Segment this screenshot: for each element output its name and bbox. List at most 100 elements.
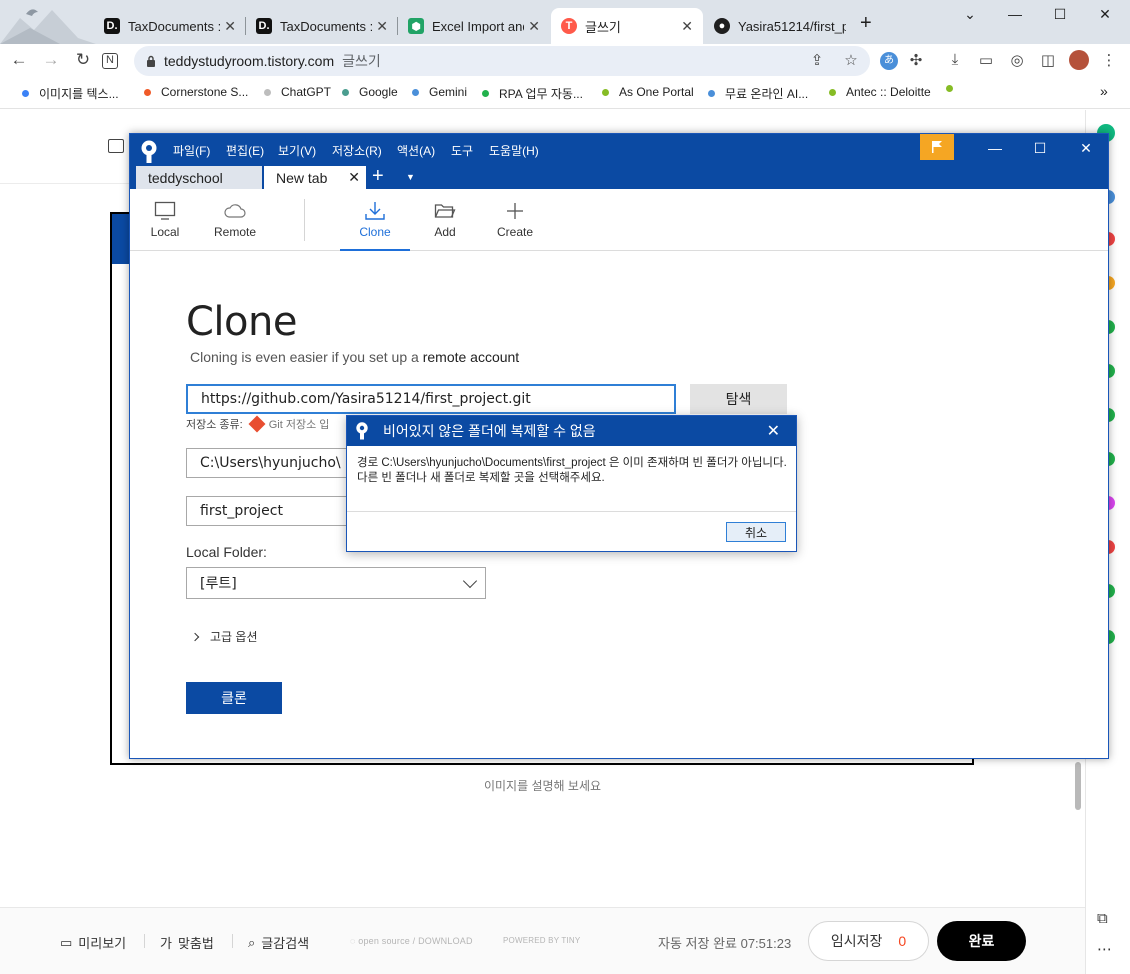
chevron-right-icon <box>190 632 200 641</box>
remote-account-link[interactable]: remote account <box>423 349 520 365</box>
notification-flag-icon[interactable] <box>920 134 954 160</box>
page-title: Clone <box>186 299 297 345</box>
bookmark-item[interactable]: Gemini <box>412 85 467 99</box>
bookmark-item[interactable]: 이미지를 텍스... <box>22 85 119 102</box>
repo-tab-new[interactable]: New tab ✕ <box>264 166 366 189</box>
address-bar[interactable]: teddystudyroom.tistory.com 글쓰기 <box>134 46 870 76</box>
material-search-button[interactable]: ⌕ 글감검색 <box>248 933 309 952</box>
bookmark-label: 무료 온라인 AI... <box>725 87 809 101</box>
cast-icon[interactable]: ▭ <box>976 51 996 69</box>
source-url-input[interactable]: https://github.com/Yasira51214/first_pro… <box>186 384 676 414</box>
st-minimize-button[interactable]: — <box>980 140 1010 156</box>
spellcheck-button[interactable]: 가 맞춤법 <box>160 933 214 952</box>
add-tab-button[interactable]: + <box>372 165 384 188</box>
dialog-close-icon[interactable]: ✕ <box>767 421 780 441</box>
translate-extension-icon[interactable]: あ <box>880 52 898 70</box>
open-source-link[interactable]: ◌ open source / DOWNLOAD <box>350 936 473 946</box>
minimize-button[interactable]: — <box>1000 6 1030 22</box>
close-window-button[interactable]: ✕ <box>1090 6 1120 23</box>
image-icon[interactable] <box>108 139 124 153</box>
tab-search-icon[interactable]: ⌄ <box>955 6 985 23</box>
download-icon[interactable]: ⤓ <box>945 51 965 68</box>
reload-icon[interactable]: ↻ <box>72 50 94 70</box>
side-panel-icon[interactable]: ◫ <box>1038 51 1058 69</box>
bookmark-item[interactable]: 무료 온라인 AI... <box>708 85 808 102</box>
notion-extension-icon[interactable]: N <box>102 53 118 69</box>
open-external-icon[interactable]: ⧉ <box>1097 910 1108 927</box>
tool-label: Add <box>434 225 456 239</box>
page-scrollbar[interactable] <box>1075 762 1081 810</box>
menu-repository[interactable]: 저장소(R) <box>332 142 382 159</box>
tool-label: Remote <box>213 225 257 239</box>
close-tab-icon[interactable]: ✕ <box>348 169 360 186</box>
tool-label: Local <box>150 225 180 239</box>
back-icon[interactable]: ← <box>8 50 30 70</box>
menu-view[interactable]: 보기(V) <box>278 142 316 159</box>
bookmark-label: Gemini <box>429 85 468 99</box>
close-tab-icon[interactable]: ✕ <box>681 18 693 35</box>
bookmark-item[interactable]: As One Portal <box>602 85 694 99</box>
tool-label: Create <box>496 225 534 239</box>
browser-tab[interactable]: ● Yasira51214/first_pro <box>704 8 856 44</box>
bookmark-item[interactable]: RPA 업무 자동... <box>482 85 583 102</box>
st-maximize-button[interactable]: ☐ <box>1025 140 1055 157</box>
browser-tab-active[interactable]: T 글쓰기 ✕ <box>551 8 703 44</box>
close-tab-icon[interactable]: ✕ <box>376 18 388 35</box>
tab-label: teddyschool <box>148 169 223 186</box>
screenshot-icon[interactable]: ◎ <box>1007 51 1027 69</box>
profile-avatar[interactable] <box>1069 50 1089 70</box>
menu-edit[interactable]: 편집(E) <box>226 142 264 159</box>
close-tab-icon[interactable]: ✕ <box>528 18 540 35</box>
bookmark-star-icon[interactable]: ☆ <box>841 51 861 69</box>
preview-label: 미리보기 <box>78 936 127 951</box>
more-icon[interactable]: ⋯ <box>1097 940 1112 958</box>
bookmark-item[interactable]: Google <box>342 85 398 99</box>
tool-create[interactable]: Create <box>480 189 550 251</box>
browse-button[interactable]: 탐색 <box>690 384 787 414</box>
bookmarks-bar: 이미지를 텍스... Cornerstone S... ChatGPT Goog… <box>0 77 1130 109</box>
clone-button[interactable]: 클론 <box>186 682 282 714</box>
search-label: 글감검색 <box>261 936 310 951</box>
share-icon[interactable]: ⇪ <box>807 51 827 69</box>
cancel-button[interactable]: 취소 <box>726 522 786 542</box>
maximize-button[interactable]: ☐ <box>1045 6 1075 23</box>
save-draft-button[interactable]: 임시저장 0 <box>808 921 929 961</box>
forward-icon[interactable]: → <box>40 50 62 70</box>
new-tab-button[interactable]: + <box>860 12 872 35</box>
menu-actions[interactable]: 액션(A) <box>397 142 435 159</box>
preview-button[interactable]: ▭ 미리보기 <box>60 933 126 952</box>
bookmark-label: Antec :: Deloitte <box>846 85 931 99</box>
bookmark-item[interactable] <box>946 85 963 92</box>
tool-clone[interactable]: Clone <box>340 189 410 251</box>
bookmark-item[interactable]: Cornerstone S... <box>144 85 248 99</box>
advanced-options-toggle[interactable]: 고급 옵션 <box>190 628 258 645</box>
browser-tab[interactable]: D. TaxDocuments :: ✕ <box>94 8 246 44</box>
close-tab-icon[interactable]: ✕ <box>224 18 236 35</box>
bookmark-item[interactable]: Antec :: Deloitte <box>829 85 931 99</box>
repo-tab-teddyschool[interactable]: teddyschool <box>136 166 262 189</box>
st-close-button[interactable]: ✕ <box>1071 140 1101 157</box>
menu-help[interactable]: 도움말(H) <box>489 142 539 159</box>
spellcheck-label: 맞춤법 <box>177 936 214 951</box>
tool-add[interactable]: Add <box>410 189 480 251</box>
bookmark-item[interactable]: ChatGPT <box>264 85 331 99</box>
more-bookmarks-icon[interactable]: » <box>1100 83 1108 99</box>
bookmark-favicon-icon <box>412 88 419 96</box>
tab-label: New tab <box>276 169 328 186</box>
extensions-puzzle-icon[interactable]: ✣ <box>906 51 926 69</box>
publish-button[interactable]: 완료 <box>937 921 1026 961</box>
bookmark-favicon-icon <box>264 88 271 96</box>
more-menu-icon[interactable]: ⋮ <box>1099 51 1119 69</box>
tool-remote[interactable]: Remote <box>200 189 270 251</box>
bookmark-label: Cornerstone S... <box>161 85 249 99</box>
tool-local[interactable]: Local <box>130 189 200 251</box>
browser-tab[interactable]: ⬢ Excel Import and ✕ <box>398 8 550 44</box>
local-folder-select[interactable]: [루트] <box>186 567 486 599</box>
tab-list-dropdown-icon[interactable]: ▼ <box>406 172 415 182</box>
bookmark-label: ChatGPT <box>281 85 332 99</box>
menu-tools[interactable]: 도구 <box>451 142 473 159</box>
image-caption-input[interactable]: 이미지를 설명해 보세요 <box>0 777 1085 794</box>
browser-tab[interactable]: D. TaxDocuments :: ✕ <box>246 8 398 44</box>
sourcetree-logo-icon <box>141 140 157 163</box>
menu-file[interactable]: 파일(F) <box>173 142 210 159</box>
